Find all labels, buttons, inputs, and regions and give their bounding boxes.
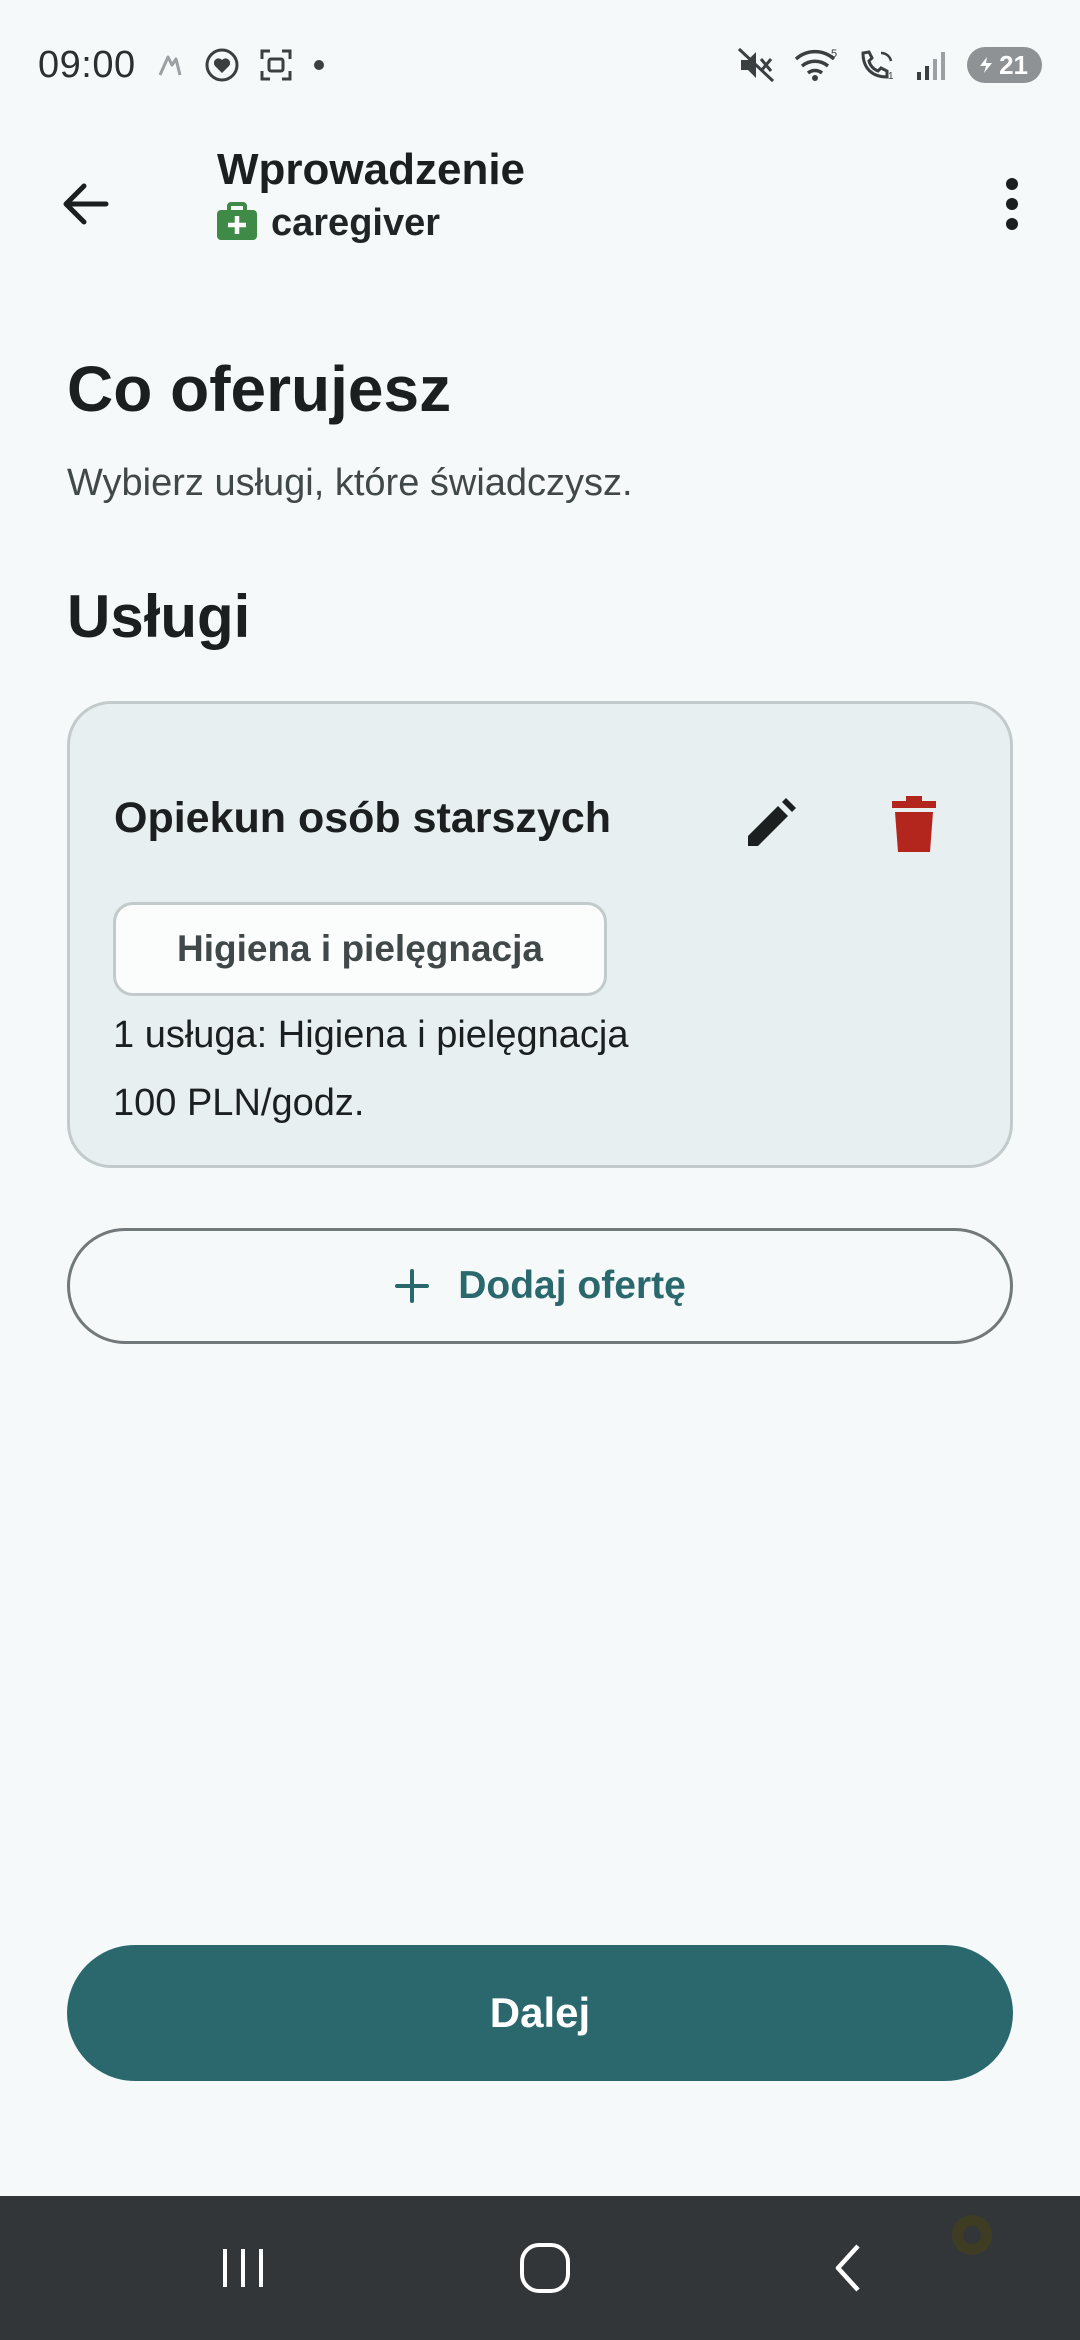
app-bar: Wprowadzenie caregiver <box>0 140 1080 260</box>
service-summary: 1 usługa: Higiena i pielęgnacja <box>113 1014 629 1056</box>
battery-icon: 21 <box>967 47 1042 83</box>
mute-icon <box>737 47 775 83</box>
recent-apps-icon <box>223 2249 263 2287</box>
status-bar: 09:00 5 1 21 <box>0 0 1080 130</box>
more-vert-icon <box>1006 178 1018 230</box>
wifi-icon: 5 <box>793 47 839 83</box>
battery-level: 21 <box>999 49 1028 80</box>
status-right: 5 1 21 <box>737 47 1042 83</box>
status-time: 09:00 <box>38 43 136 86</box>
dot-icon <box>312 58 326 72</box>
assistant-icon <box>154 49 186 81</box>
edit-service-button[interactable] <box>720 774 820 874</box>
add-offer-button[interactable]: Dodaj ofertę <box>67 1228 1013 1344</box>
service-title: Opiekun osób starszych <box>114 794 612 842</box>
title-block: Wprowadzenie caregiver <box>217 140 525 245</box>
status-left: 09:00 <box>38 44 326 87</box>
service-price: 100 PLN/godz. <box>113 1082 365 1124</box>
recent-apps-button[interactable] <box>193 2218 293 2318</box>
wifi-calling-icon: 1 <box>857 47 897 83</box>
svg-text:5: 5 <box>831 48 837 60</box>
page-title: Wprowadzenie <box>217 145 526 194</box>
next-label: Dalej <box>489 1989 591 2036</box>
back-icon <box>835 2244 860 2292</box>
trash-icon <box>892 796 936 852</box>
back-button[interactable] <box>46 164 126 244</box>
service-card: Opiekun osób starszych Higiena i pielęgn… <box>67 701 1013 1168</box>
floating-settings-icon[interactable] <box>942 2205 1002 2265</box>
delete-service-button[interactable] <box>864 774 964 874</box>
medical-kit-icon <box>217 202 257 245</box>
add-offer-label: Dodaj ofertę <box>458 1264 686 1307</box>
system-nav-bar <box>0 2196 1080 2340</box>
section-description: Wybierz usługi, które świadczysz. <box>67 462 633 504</box>
service-chip[interactable]: Higiena i pielęgnacja <box>113 902 607 996</box>
home-button[interactable] <box>495 2218 595 2318</box>
more-options-button[interactable] <box>972 164 1052 244</box>
role-label: caregiver <box>271 202 441 244</box>
heart-icon <box>204 47 240 83</box>
svg-text:1: 1 <box>888 71 894 82</box>
next-button[interactable]: Dalej <box>67 1945 1013 2081</box>
system-back-button[interactable] <box>798 2218 898 2318</box>
plus-icon <box>395 1269 430 1303</box>
arrow-back-icon <box>63 183 109 225</box>
home-icon <box>520 2243 570 2293</box>
services-title: Usługi <box>67 583 251 650</box>
section-heading: Co oferujesz <box>67 353 452 425</box>
role-row: caregiver <box>217 202 525 245</box>
signal-icon <box>915 48 949 82</box>
pencil-icon <box>748 798 796 846</box>
screenshot-icon <box>258 47 294 83</box>
